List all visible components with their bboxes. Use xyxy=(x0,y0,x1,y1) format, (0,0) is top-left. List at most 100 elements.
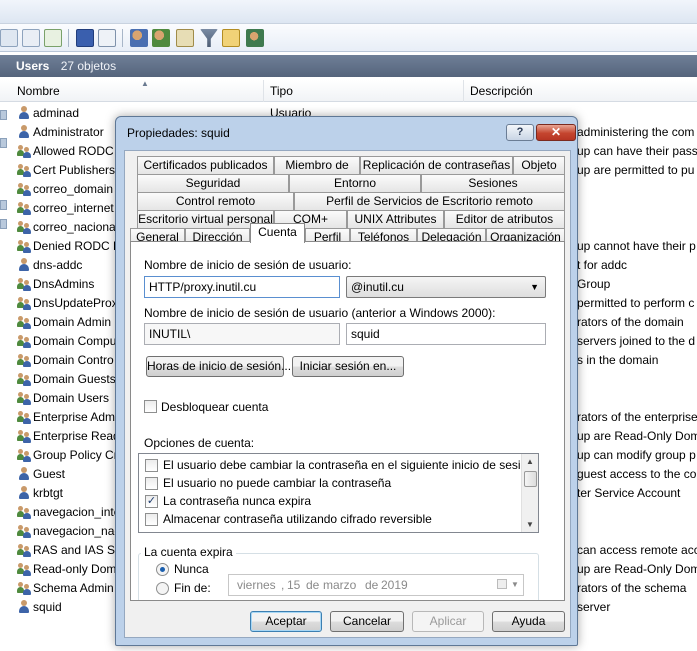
toolbar-separator xyxy=(122,29,123,47)
tab-replicacion-contrasenas[interactable]: Replicación de contraseñas xyxy=(360,156,513,174)
item-name: DnsUpdateProx xyxy=(33,296,118,310)
account-option-checkbox[interactable] xyxy=(145,459,158,472)
container-title: Users xyxy=(16,59,50,73)
account-option-label: El usuario no puede cambiar la contraseñ… xyxy=(163,476,392,490)
close-button[interactable]: ✕ xyxy=(536,124,576,141)
date-de-2: de xyxy=(365,578,379,592)
tab-cuenta[interactable]: Cuenta xyxy=(250,223,305,243)
sort-ascending-icon: ▲ xyxy=(141,79,149,88)
item-name: Read-only Dom xyxy=(33,562,117,576)
help-icon[interactable] xyxy=(76,29,94,47)
calendar-icon xyxy=(497,579,507,589)
item-name: correo_naciona xyxy=(33,220,116,234)
account-option[interactable]: El usuario debe cambiar la contraseña en… xyxy=(145,457,534,475)
export-list-icon[interactable] xyxy=(44,29,62,47)
new-user-icon[interactable] xyxy=(130,29,148,47)
new-group-icon[interactable] xyxy=(152,29,170,47)
scroll-thumb[interactable] xyxy=(524,471,537,487)
tab-sesiones[interactable]: Sesiones xyxy=(421,174,565,192)
item-name: Schema Admin xyxy=(33,581,114,595)
unlock-account-label: Desbloquear cuenta xyxy=(161,400,269,414)
account-option[interactable]: Almacenar contraseña utilizando cifrado … xyxy=(145,511,525,529)
item-name: Enterprise Adm xyxy=(33,410,116,424)
add-to-group-icon[interactable] xyxy=(246,29,264,47)
options-scrollbar[interactable]: ▲ ▼ xyxy=(521,454,538,532)
item-description: s in the domain xyxy=(577,353,659,367)
account-expires-label: La cuenta expira xyxy=(141,545,236,559)
new-ou-icon[interactable] xyxy=(176,29,194,47)
tab-entorno[interactable]: Entorno xyxy=(289,174,421,192)
tab-perfil-servicios-escritorio-remoto[interactable]: Perfil de Servicios de Escritorio remoto xyxy=(294,192,565,210)
expiry-date-picker[interactable]: viernes , 15 de marzo de 2019 ▼ xyxy=(228,574,524,596)
group-icon xyxy=(17,429,31,443)
user-icon xyxy=(17,125,31,139)
logon-to-button[interactable]: Iniciar sesión en... xyxy=(292,356,404,377)
properties-icon[interactable] xyxy=(0,29,18,47)
account-option-label: La contraseña nunca expira xyxy=(163,494,312,508)
scroll-down-icon[interactable]: ▼ xyxy=(526,520,534,529)
dialog-title: Propiedades: squid xyxy=(127,126,230,140)
help-button[interactable]: Ayuda xyxy=(492,611,565,632)
unlock-account-checkbox[interactable] xyxy=(144,400,157,413)
column-name[interactable]: Nombre ▲ xyxy=(11,80,264,102)
item-description: up are Read-Only Dom xyxy=(577,429,697,443)
group-icon xyxy=(17,182,31,196)
item-name: Domain Admin xyxy=(33,315,112,329)
item-description: can access remote acc xyxy=(577,543,697,557)
upn-suffix-select[interactable]: @inutil.cu ▼ xyxy=(346,276,546,298)
user-icon xyxy=(17,486,31,500)
group-icon xyxy=(17,296,31,310)
toolbar xyxy=(0,24,697,52)
show-pane-icon[interactable] xyxy=(98,29,116,47)
filter-icon[interactable] xyxy=(200,29,218,47)
user-icon xyxy=(17,600,31,614)
item-name: correo_internet xyxy=(33,201,114,215)
tab-objeto[interactable]: Objeto xyxy=(513,156,565,174)
find-icon[interactable] xyxy=(222,29,240,47)
pre2000-domain-field: INUTIL\ xyxy=(144,323,340,345)
account-option-checkbox[interactable] xyxy=(145,477,158,490)
chevron-down-icon: ▼ xyxy=(530,282,539,292)
group-icon xyxy=(17,144,31,158)
date-year: 2019 xyxy=(381,578,408,592)
account-option[interactable]: El usuario no puede cambiar la contraseñ… xyxy=(145,475,525,493)
item-description: guest access to the cor xyxy=(577,467,697,481)
column-type[interactable]: Tipo xyxy=(264,80,464,102)
account-option-checkbox[interactable]: ✓ xyxy=(145,495,158,508)
console-header: Users 27 objetos xyxy=(0,55,697,77)
account-option[interactable]: ✓ La contraseña nunca expira xyxy=(145,493,525,511)
ok-button[interactable]: Aceptar xyxy=(250,611,322,632)
account-options-list[interactable]: El usuario debe cambiar la contraseña en… xyxy=(138,453,539,533)
item-name: RAS and IAS Ser xyxy=(33,543,126,557)
item-description: up cannot have their p xyxy=(577,239,696,253)
logon-name-input[interactable]: HTTP/proxy.inutil.cu xyxy=(144,276,340,298)
window-title-band xyxy=(0,0,697,24)
tab-control-remoto[interactable]: Control remoto xyxy=(137,192,294,210)
column-type-label: Tipo xyxy=(270,84,293,98)
end-of-radio[interactable] xyxy=(156,582,169,595)
account-option-checkbox[interactable] xyxy=(145,513,158,526)
group-icon xyxy=(17,372,31,386)
tab-editor-atributos[interactable]: Editor de atributos xyxy=(444,210,565,228)
pre2000-username-input[interactable]: squid xyxy=(346,323,546,345)
cancel-button[interactable]: Cancelar xyxy=(330,611,404,632)
item-name: Enterprise Read xyxy=(33,429,120,443)
item-name: Domain Contro xyxy=(33,353,114,367)
date-day: 15 xyxy=(287,578,301,592)
tab-seguridad[interactable]: Seguridad xyxy=(137,174,289,192)
tab-unix-attributes[interactable]: UNIX Attributes xyxy=(347,210,444,228)
account-option-label: El usuario debe cambiar la contraseña en… xyxy=(163,458,534,472)
item-description: rators of the enterprise xyxy=(577,410,697,424)
logon-hours-button[interactable]: Horas de inicio de sesión... xyxy=(146,356,291,377)
tab-certificados-publicados[interactable]: Certificados publicados xyxy=(137,156,274,174)
never-label: Nunca xyxy=(174,562,209,576)
group-icon xyxy=(17,353,31,367)
title-help-button[interactable]: ? xyxy=(506,124,534,141)
column-description[interactable]: Descripción xyxy=(464,80,697,102)
refresh-icon[interactable] xyxy=(22,29,40,47)
item-description: rators of the domain xyxy=(577,315,684,329)
never-radio[interactable] xyxy=(156,563,169,576)
scroll-up-icon[interactable]: ▲ xyxy=(526,457,534,466)
tab-miembro-de[interactable]: Miembro de xyxy=(274,156,360,174)
item-name: Domain Guests xyxy=(33,372,116,386)
